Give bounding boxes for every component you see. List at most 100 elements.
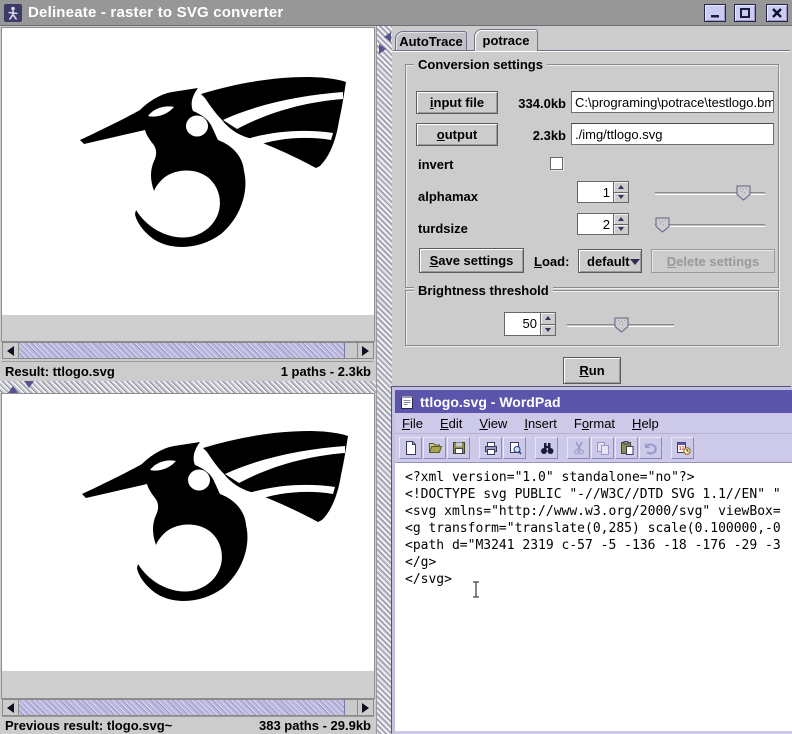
- paste-icon: [619, 440, 635, 456]
- previous-result-filename: Previous result: tlogo.svg~: [5, 718, 172, 733]
- turdsize-slider[interactable]: [655, 217, 765, 233]
- conversion-settings-legend: Conversion settings: [414, 57, 547, 72]
- document-line: </svg>: [405, 571, 792, 588]
- close-button[interactable]: [766, 4, 788, 22]
- slider-thumb[interactable]: [655, 217, 670, 238]
- hscrollbar-previous[interactable]: [2, 699, 374, 716]
- tab-underline: [393, 50, 790, 51]
- alphamax-spinner[interactable]: 1: [577, 181, 629, 203]
- vertical-split-divider[interactable]: [376, 26, 392, 734]
- save-button[interactable]: [447, 437, 470, 459]
- input-file-button[interactable]: input file: [416, 91, 498, 114]
- scroll-right-button[interactable]: [357, 700, 373, 715]
- alphamax-label: alphamax: [418, 189, 478, 204]
- document-line: <!DOCTYPE svg PUBLIC "-//W3C//DTD SVG 1.…: [405, 486, 792, 503]
- wordpad-titlebar[interactable]: ttlogo.svg - WordPad: [395, 390, 792, 413]
- invert-checkbox[interactable]: [550, 157, 563, 170]
- delete-settings-button[interactable]: Delete settings: [651, 249, 775, 273]
- copy-button[interactable]: [591, 437, 614, 459]
- menu-insert[interactable]: Insert: [524, 416, 557, 431]
- collapse-right-icon[interactable]: [379, 44, 391, 54]
- collapse-down-icon[interactable]: [24, 381, 34, 393]
- find-button[interactable]: [535, 437, 558, 459]
- result-filename: Result: ttlogo.svg: [5, 364, 115, 379]
- turdsize-spinner[interactable]: 2: [577, 213, 629, 235]
- load-settings-value: default: [587, 254, 630, 269]
- tab-potrace-label: potrace: [483, 33, 530, 48]
- menu-help[interactable]: Help: [632, 416, 659, 431]
- save-settings-button[interactable]: Save settings: [419, 248, 524, 273]
- scroll-left-button[interactable]: [3, 343, 19, 358]
- scroll-right-icon: [362, 346, 374, 356]
- print-button[interactable]: [479, 437, 502, 459]
- maximize-button[interactable]: [734, 4, 756, 22]
- turdsize-value[interactable]: 2: [577, 213, 613, 235]
- wordpad-toolbar: 12: [395, 434, 792, 463]
- horizontal-split-divider[interactable]: [0, 381, 376, 393]
- spinner-up-button[interactable]: [613, 181, 629, 193]
- menu-file[interactable]: File: [402, 416, 423, 431]
- status-bar-previous: Previous result: tlogo.svg~ 383 paths - …: [2, 716, 374, 734]
- menu-format[interactable]: Format: [574, 416, 615, 431]
- date-time-button[interactable]: 12: [671, 437, 694, 459]
- new-document-button[interactable]: [399, 437, 422, 459]
- load-settings-dropdown[interactable]: default: [578, 249, 642, 273]
- slider-thumb[interactable]: [614, 317, 629, 338]
- spinner-up-icon: [618, 214, 624, 221]
- brightness-value[interactable]: 50: [504, 312, 540, 336]
- date-time-icon: 12: [675, 440, 691, 456]
- input-size-label: 334.0kb: [502, 96, 566, 111]
- collapse-up-icon[interactable]: [8, 381, 18, 393]
- cut-button[interactable]: [567, 437, 590, 459]
- scroll-right-button[interactable]: [357, 343, 373, 358]
- scroll-thumb[interactable]: [19, 343, 345, 358]
- spinner-up-button[interactable]: [540, 312, 556, 325]
- alphamax-slider[interactable]: [655, 185, 765, 201]
- undo-button[interactable]: [639, 437, 662, 459]
- save-icon: [451, 440, 467, 456]
- preview-canvas-current: [2, 28, 374, 315]
- scroll-left-icon: [2, 703, 14, 713]
- tab-autotrace[interactable]: AutoTrace: [395, 31, 467, 51]
- brightness-spinner[interactable]: 50: [504, 312, 556, 336]
- screen: Delineate - raster to SVG converter Resu…: [0, 0, 792, 734]
- turdsize-label: turdsize: [418, 221, 468, 236]
- brightness-slider[interactable]: [567, 317, 674, 333]
- invert-label: invert: [418, 157, 453, 172]
- output-path-field[interactable]: ./img/ttlogo.svg: [571, 123, 774, 145]
- spinner-down-button[interactable]: [613, 193, 629, 204]
- paste-button[interactable]: [615, 437, 638, 459]
- minimize-button[interactable]: [704, 4, 726, 22]
- alphamax-value[interactable]: 1: [577, 181, 613, 203]
- spinner-down-button[interactable]: [613, 225, 629, 236]
- new-document-icon: [403, 440, 419, 456]
- document-line: </g>: [405, 554, 792, 571]
- output-button[interactable]: output: [416, 123, 498, 146]
- spinner-up-icon: [545, 313, 551, 320]
- slider-track[interactable]: [655, 224, 765, 227]
- slider-thumb[interactable]: [736, 185, 751, 206]
- maximize-icon: [739, 7, 751, 19]
- delineate-titlebar[interactable]: Delineate - raster to SVG converter: [0, 0, 792, 26]
- spinner-down-icon: [545, 328, 551, 335]
- scroll-track[interactable]: [345, 343, 357, 358]
- result-stats: 1 paths - 2.3kb: [281, 364, 371, 379]
- spinner-up-button[interactable]: [613, 213, 629, 225]
- run-button[interactable]: Run: [563, 357, 621, 384]
- wordpad-document[interactable]: <?xml version="1.0" standalone="no"?> <!…: [395, 463, 792, 731]
- tab-potrace[interactable]: potrace: [474, 29, 538, 51]
- menu-edit[interactable]: Edit: [440, 416, 462, 431]
- bird-logo-image-current: [2, 28, 374, 315]
- scroll-left-button[interactable]: [3, 700, 19, 715]
- find-icon: [539, 440, 555, 456]
- print-preview-button[interactable]: [503, 437, 526, 459]
- spinner-down-button[interactable]: [540, 325, 556, 337]
- input-path-field[interactable]: C:\programing\potrace\testlogo.bm: [571, 91, 774, 113]
- scroll-track[interactable]: [345, 700, 357, 715]
- hscrollbar-current[interactable]: [2, 342, 374, 359]
- open-button[interactable]: [423, 437, 446, 459]
- menu-view[interactable]: View: [479, 416, 507, 431]
- collapse-left-icon[interactable]: [379, 32, 391, 42]
- scroll-thumb[interactable]: [19, 700, 345, 715]
- wordpad-window: ttlogo.svg - WordPad File Edit View Inse…: [392, 387, 792, 734]
